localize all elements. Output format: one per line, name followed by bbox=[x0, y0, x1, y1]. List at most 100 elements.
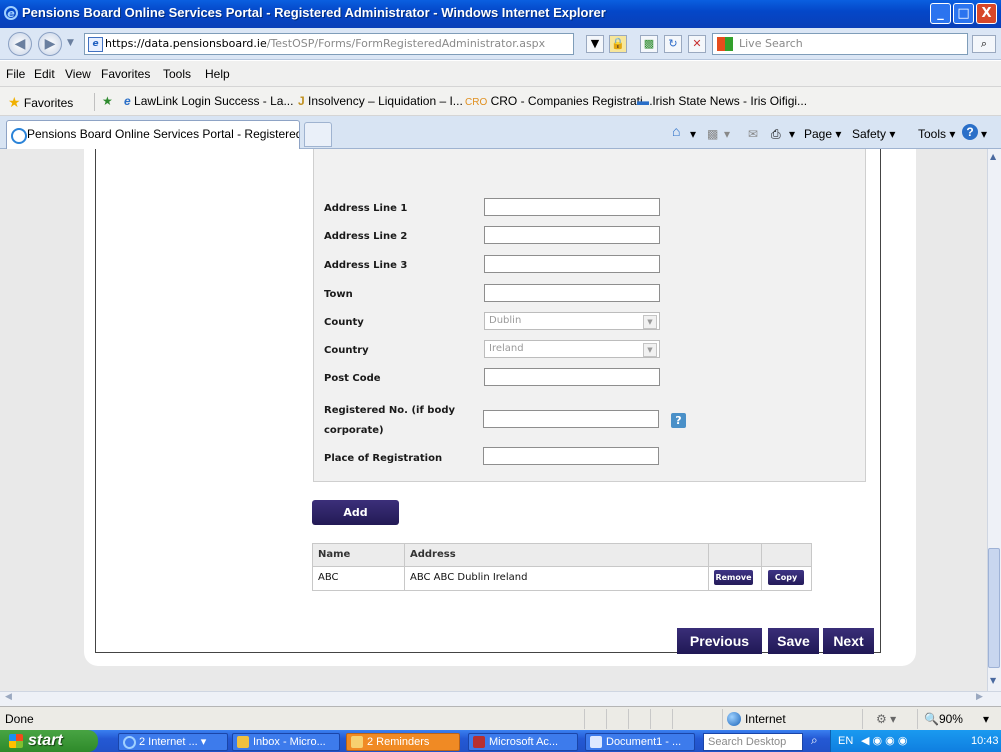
page-menu[interactable]: Page ▾ bbox=[804, 127, 841, 141]
zoom-dropdown-icon[interactable]: ▾ bbox=[983, 712, 989, 726]
print-dropdown-icon[interactable]: ▾ bbox=[789, 127, 795, 141]
close-button[interactable]: X bbox=[976, 3, 997, 24]
favorites-bar: ★ Favorites ★ e LawLink Login Success - … bbox=[0, 87, 1001, 116]
minimize-button[interactable]: _ bbox=[930, 3, 951, 24]
task-access[interactable]: Microsoft Ac... bbox=[468, 733, 578, 751]
next-button[interactable]: Next bbox=[823, 628, 874, 654]
save-button[interactable]: Save bbox=[768, 628, 819, 654]
maximize-button[interactable]: □ bbox=[953, 3, 974, 24]
address-toolbar: ◀ ▶ ▼ e https://data.pensionsboard.ie/Te… bbox=[0, 28, 1001, 60]
favorites-button[interactable]: ★ Favorites bbox=[8, 94, 73, 111]
task-document[interactable]: Document1 - ... bbox=[585, 733, 695, 751]
place-of-registration-input[interactable] bbox=[483, 447, 659, 465]
task-inbox[interactable]: Inbox - Micro... bbox=[232, 733, 340, 751]
col-name-header: Name bbox=[318, 549, 351, 560]
print-icon[interactable]: ⎙ bbox=[771, 127, 781, 142]
help-icon[interactable]: ? bbox=[962, 124, 978, 140]
favorite-lawlink[interactable]: e LawLink Login Success - La... bbox=[124, 94, 293, 108]
desktop-search-icon[interactable]: ⌕ bbox=[811, 733, 818, 748]
tray-icons[interactable]: ◀ ◉ ◉ ◉ bbox=[861, 730, 907, 752]
desktop-search-input[interactable]: Search Desktop bbox=[703, 733, 803, 751]
cro-icon: CRO bbox=[465, 97, 488, 108]
feeds-icon[interactable]: ▩ bbox=[707, 127, 718, 141]
country-select[interactable]: Ireland ▼ bbox=[484, 340, 660, 358]
mail-icon[interactable]: ✉ bbox=[748, 127, 758, 141]
county-dropdown-icon: ▼ bbox=[643, 315, 657, 329]
stop-icon[interactable]: ✕ bbox=[688, 35, 706, 53]
favorite-iris[interactable]: ▬ Irish State News - Iris Oifigi... bbox=[637, 94, 807, 108]
favorite-insolvency[interactable]: J Insolvency – Liquidation – I... bbox=[298, 94, 463, 108]
live-search-input[interactable]: Live Search bbox=[712, 33, 968, 55]
add-button[interactable]: Add bbox=[312, 500, 399, 525]
url-dropdown-icon[interactable]: ▼ bbox=[586, 35, 604, 53]
scroll-up-icon[interactable]: ▲ bbox=[990, 152, 996, 161]
registered-no-input[interactable] bbox=[483, 410, 659, 428]
address-line-2-input[interactable] bbox=[484, 226, 660, 244]
add-favorite-icon[interactable]: ★ bbox=[102, 94, 113, 108]
address-line-3-input[interactable] bbox=[484, 255, 660, 273]
system-tray: EN ◀ ◉ ◉ ◉ 10:43 bbox=[830, 730, 1001, 752]
task-internet[interactable]: 2 Internet ... ▾ bbox=[118, 733, 228, 751]
url-domain: pensionsboard.ie bbox=[172, 37, 267, 50]
favorite-lawlink-label: LawLink Login Success - La... bbox=[134, 94, 294, 108]
status-separator bbox=[862, 709, 863, 729]
scroll-right-icon[interactable]: ▶ bbox=[976, 692, 983, 702]
help-dropdown-icon[interactable]: ▾ bbox=[981, 127, 987, 141]
menu-tools[interactable]: Tools bbox=[163, 67, 191, 81]
scroll-down-icon[interactable]: ▼ bbox=[990, 676, 996, 685]
town-input[interactable] bbox=[484, 284, 660, 302]
address-line-1-input[interactable] bbox=[484, 198, 660, 216]
url-field[interactable]: e https://data.pensionsboard.ie/TestOSP/… bbox=[84, 33, 574, 55]
language-indicator[interactable]: EN bbox=[838, 730, 853, 752]
start-button[interactable]: start bbox=[0, 730, 98, 752]
home-icon[interactable]: ⌂ bbox=[672, 123, 680, 139]
county-select[interactable]: Dublin ▼ bbox=[484, 312, 660, 330]
menu-favorites[interactable]: Favorites bbox=[101, 67, 150, 81]
feeds-dropdown-icon[interactable]: ▾ bbox=[724, 127, 730, 141]
table-header bbox=[313, 544, 811, 566]
refresh-icon[interactable]: ↻ bbox=[664, 35, 682, 53]
back-button[interactable]: ◀ bbox=[8, 32, 32, 56]
protected-mode-icon[interactable]: ⚙ ▾ bbox=[876, 712, 896, 726]
copy-button[interactable]: Copy bbox=[768, 570, 804, 585]
search-icon[interactable]: ⌕ bbox=[972, 35, 996, 53]
registered-no-help-icon[interactable]: ? bbox=[671, 413, 686, 428]
url-path: /TestOSP/Forms/FormRegisteredAdministrat… bbox=[266, 37, 546, 50]
new-tab-button[interactable] bbox=[304, 122, 332, 147]
vertical-scroll-thumb[interactable] bbox=[988, 548, 1000, 668]
remove-button[interactable]: Remove bbox=[714, 570, 753, 585]
page-menu-label: Page bbox=[804, 127, 833, 141]
scroll-left-icon[interactable]: ◀ bbox=[5, 692, 12, 702]
menu-view[interactable]: View bbox=[65, 67, 91, 81]
status-separator bbox=[584, 709, 585, 729]
live-search-placeholder: Live Search bbox=[739, 37, 803, 50]
access-icon bbox=[473, 736, 485, 748]
home-dropdown-icon[interactable]: ▾ bbox=[690, 127, 696, 141]
menu-help[interactable]: Help bbox=[205, 67, 230, 81]
tools-menu[interactable]: Tools ▾ bbox=[918, 127, 955, 141]
safety-menu[interactable]: Safety ▾ bbox=[852, 127, 895, 141]
row-address: ABC ABC Dublin Ireland bbox=[410, 567, 528, 589]
compatibility-icon[interactable]: ▩ bbox=[640, 35, 658, 53]
menu-file[interactable]: File bbox=[6, 67, 25, 81]
lock-icon[interactable]: 🔒 bbox=[609, 35, 627, 53]
tab-label: Pensions Board Online Services Portal - … bbox=[27, 127, 300, 141]
country-dropdown-icon: ▼ bbox=[643, 343, 657, 357]
favorite-insolvency-label: Insolvency – Liquidation – I... bbox=[308, 94, 463, 108]
favorite-cro[interactable]: CRO CRO - Companies Registrati... bbox=[465, 94, 653, 108]
post-code-input[interactable] bbox=[484, 368, 660, 386]
zoom-control[interactable]: 🔍90% bbox=[924, 712, 963, 726]
address-line-1-label: Address Line 1 bbox=[324, 203, 408, 214]
ie-tab-icon bbox=[11, 128, 27, 144]
favorite-iris-label: Irish State News - Iris Oifigi... bbox=[652, 94, 808, 108]
menu-edit[interactable]: Edit bbox=[34, 67, 55, 81]
county-value: Dublin bbox=[489, 315, 522, 326]
horizontal-scrollbar[interactable] bbox=[0, 691, 1001, 706]
forward-button[interactable]: ▶ bbox=[38, 32, 62, 56]
previous-button[interactable]: Previous bbox=[677, 628, 762, 654]
table-divider bbox=[761, 544, 762, 590]
tab-active[interactable]: Pensions Board Online Services Portal - … bbox=[6, 120, 300, 149]
task-internet-label: 2 Internet ... bbox=[139, 736, 198, 748]
history-dropdown-icon[interactable]: ▼ bbox=[67, 38, 74, 48]
task-reminders[interactable]: 2 Reminders bbox=[346, 733, 460, 751]
